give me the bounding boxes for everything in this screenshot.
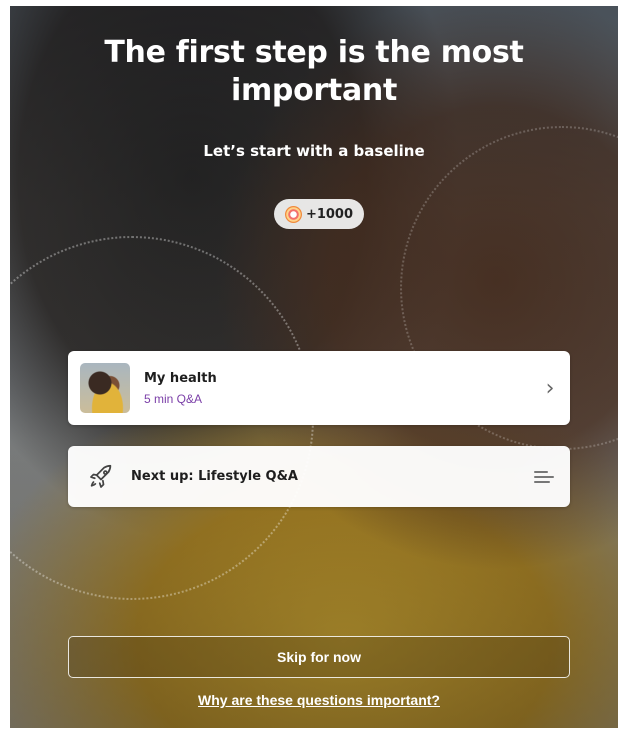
onboarding-screen: The first step is the most important Let… bbox=[10, 6, 618, 728]
page-title: The first step is the most important bbox=[104, 35, 524, 108]
reward-points-badge: +1000 bbox=[274, 199, 364, 229]
my-health-card[interactable]: My health 5 min Q&A › bbox=[68, 351, 570, 425]
reward-points-label: +1000 bbox=[305, 206, 354, 222]
my-health-text: My health 5 min Q&A bbox=[144, 371, 530, 406]
rocket-icon bbox=[90, 464, 112, 488]
next-up-card[interactable]: Next up: Lifestyle Q&A bbox=[68, 446, 570, 507]
my-health-duration: 5 min Q&A bbox=[144, 391, 203, 406]
next-up-title: Next up: Lifestyle Q&A bbox=[131, 469, 298, 484]
menu-lines-icon[interactable] bbox=[534, 468, 554, 486]
reward-coin-icon bbox=[284, 205, 302, 223]
chevron-right-icon[interactable]: › bbox=[530, 376, 570, 401]
skip-for-now-button[interactable]: Skip for now bbox=[68, 636, 570, 678]
health-thumbnail-image bbox=[80, 363, 130, 413]
page-subtitle: Let’s start with a baseline bbox=[203, 142, 425, 160]
my-health-title: My health bbox=[144, 370, 217, 386]
why-questions-link[interactable]: Why are these questions important? bbox=[68, 692, 570, 708]
